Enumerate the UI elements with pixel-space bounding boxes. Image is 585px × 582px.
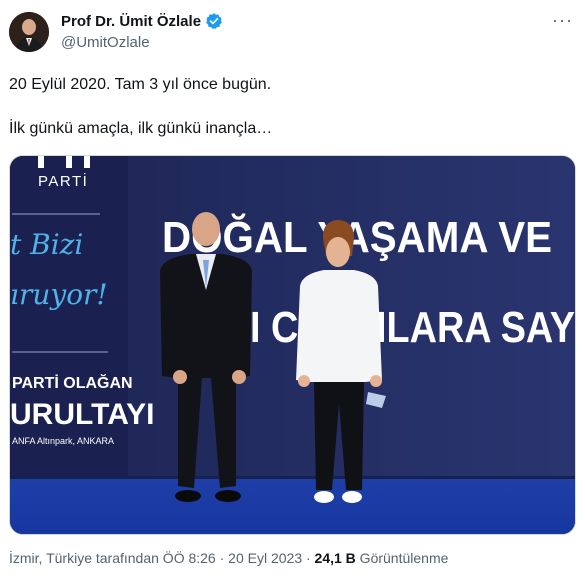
author-handle[interactable]: @UmitOzlale — [61, 34, 150, 51]
views-label: Görüntülenme — [355, 550, 449, 566]
more-horizontal-icon[interactable]: ··· — [552, 10, 573, 31]
banner-congress-line: PARTİ OLAĞAN — [12, 373, 133, 392]
view-count: 24,1 B — [314, 550, 356, 566]
banner-script-line: ıruyor! — [10, 278, 108, 311]
tweet-photo[interactable]: PARTİ t Bizi ıruyor! PARTİ OLAĞAN URULTA… — [9, 155, 576, 535]
author-display-name[interactable]: Prof Dr. Ümit Özlale — [61, 13, 201, 30]
tweet-metadata: İzmir, Türkiye tarafından ÖÖ 8:26 · 20 E… — [9, 550, 448, 566]
tweet-text-line: 20 Eylül 2020. Tam 3 yıl önce bugün. — [9, 76, 272, 93]
banner-party-text: PARTİ — [38, 172, 88, 190]
tweet-text: 20 Eylül 2020. Tam 3 yıl önce bugün. İlk… — [9, 74, 569, 140]
author-name-row: Prof Dr. Ümit Özlale — [61, 12, 223, 30]
verified-badge-icon — [205, 12, 223, 30]
banner-venue-line: ANFA Altınpark, ANKARA — [12, 436, 114, 446]
avatar[interactable] — [9, 12, 49, 52]
banner-script-line: t Bizi — [10, 228, 83, 261]
tweet-location-time[interactable]: İzmir, Türkiye tarafından ÖÖ 8:26 · 20 E… — [9, 550, 315, 566]
tweet-text-line: İlk günkü amaçla, ilk günkü inançla… — [9, 120, 273, 137]
banner-congress-line: URULTAYI — [10, 398, 154, 431]
